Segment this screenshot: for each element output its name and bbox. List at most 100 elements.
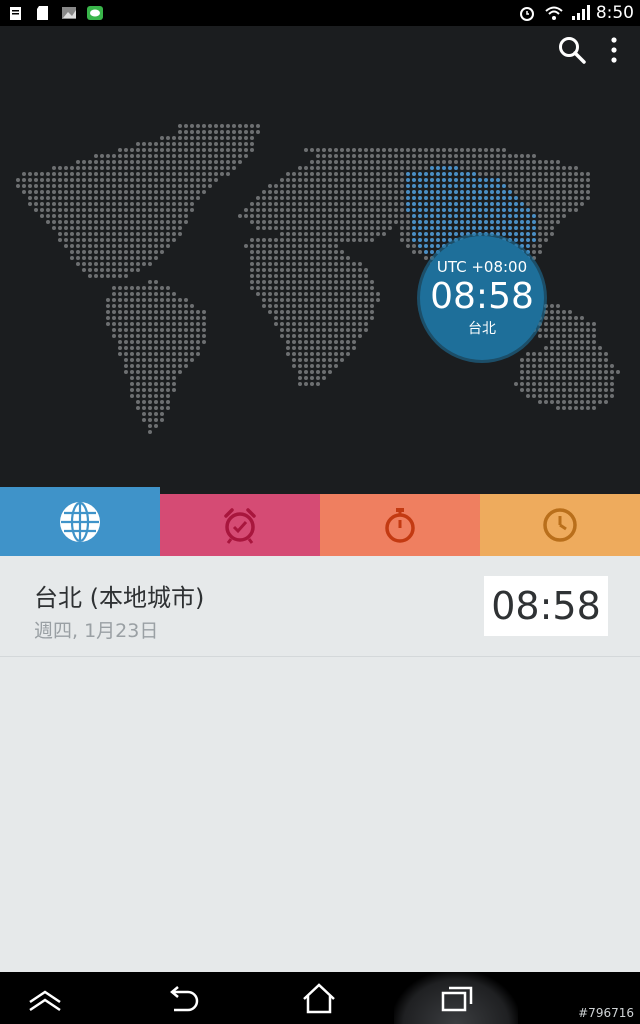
line-app-icon — [86, 4, 104, 22]
map-dot — [178, 196, 182, 200]
map-dot — [298, 310, 302, 314]
map-dot — [544, 232, 548, 236]
map-dot — [340, 322, 344, 326]
map-dot — [586, 334, 590, 338]
map-dot — [346, 352, 350, 356]
city-time: 08:58 — [491, 584, 601, 628]
local-time-bubble[interactable]: UTC +08:00 08:58 台北 — [420, 236, 544, 360]
map-dot — [328, 226, 332, 230]
map-dot — [478, 184, 482, 188]
map-dot — [280, 232, 284, 236]
map-dot — [484, 220, 488, 224]
map-dot — [268, 250, 272, 254]
back-button[interactable] — [160, 980, 210, 1018]
alarm-icon — [518, 4, 536, 22]
world-map[interactable] — [0, 26, 640, 494]
tab-stopwatch[interactable] — [320, 494, 480, 556]
map-dot — [544, 310, 548, 314]
map-dot — [292, 274, 296, 278]
map-dot — [184, 136, 188, 140]
map-dot — [136, 322, 140, 326]
map-dot — [328, 250, 332, 254]
map-dot — [502, 214, 506, 218]
map-dot — [160, 286, 164, 290]
map-dot — [436, 190, 440, 194]
map-dot — [16, 184, 20, 188]
map-dot — [106, 214, 110, 218]
map-dot — [322, 346, 326, 350]
map-dot — [310, 328, 314, 332]
map-dot — [490, 226, 494, 230]
recent-apps-button[interactable] — [432, 980, 482, 1018]
map-dot — [604, 382, 608, 386]
map-dot — [148, 256, 152, 260]
map-dot — [136, 364, 140, 368]
map-dot — [250, 148, 254, 152]
map-dot — [568, 322, 572, 326]
timer-icon — [543, 508, 577, 542]
map-dot — [562, 346, 566, 350]
map-dot — [130, 196, 134, 200]
map-dot — [136, 244, 140, 248]
map-dot — [178, 136, 182, 140]
map-dot — [178, 202, 182, 206]
map-dot — [604, 388, 608, 392]
map-dot — [538, 202, 542, 206]
map-dot — [544, 358, 548, 362]
map-dot — [352, 310, 356, 314]
map-dot — [82, 238, 86, 242]
map-dot — [136, 400, 140, 404]
tab-timer[interactable] — [480, 494, 640, 556]
map-dot — [328, 208, 332, 212]
map-dot — [406, 226, 410, 230]
map-dot — [298, 190, 302, 194]
map-dot — [472, 226, 476, 230]
map-dot — [352, 268, 356, 272]
map-dot — [460, 214, 464, 218]
map-dot — [418, 190, 422, 194]
map-dot — [166, 346, 170, 350]
map-dot — [184, 220, 188, 224]
map-dot — [430, 238, 434, 242]
map-dot — [196, 310, 200, 314]
map-dot — [520, 382, 524, 386]
map-dot — [574, 370, 578, 374]
map-dot — [364, 214, 368, 218]
map-dot — [142, 370, 146, 374]
map-dot — [298, 370, 302, 374]
map-dot — [400, 214, 404, 218]
map-dot — [562, 370, 566, 374]
map-dot — [472, 190, 476, 194]
map-dot — [106, 232, 110, 236]
city-list-item[interactable]: 台北 (本地城市) 週四, 1月23日 08:58 — [0, 556, 640, 657]
tab-world-clock[interactable] — [0, 487, 160, 556]
map-dot — [226, 148, 230, 152]
search-button[interactable] — [556, 34, 588, 66]
map-dot — [370, 220, 374, 224]
map-dot — [406, 172, 410, 176]
collapse-button[interactable] — [20, 980, 70, 1018]
map-dot — [64, 172, 68, 176]
map-dot — [160, 232, 164, 236]
map-dot — [580, 406, 584, 410]
map-dot — [82, 220, 86, 224]
map-dot — [574, 394, 578, 398]
map-dot — [586, 190, 590, 194]
map-dot — [496, 214, 500, 218]
home-button[interactable] — [294, 980, 344, 1018]
map-dot — [352, 280, 356, 284]
overflow-menu-button[interactable] — [604, 34, 624, 66]
map-dot — [112, 154, 116, 158]
map-dot — [46, 184, 50, 188]
map-dot — [118, 286, 122, 290]
map-dot — [124, 184, 128, 188]
map-dot — [346, 202, 350, 206]
map-dot — [124, 298, 128, 302]
map-dot — [580, 316, 584, 320]
tab-alarm[interactable] — [160, 494, 320, 556]
map-dot — [550, 364, 554, 368]
map-dot — [214, 178, 218, 182]
map-dot — [118, 310, 122, 314]
map-dot — [508, 220, 512, 224]
map-dot — [136, 286, 140, 290]
